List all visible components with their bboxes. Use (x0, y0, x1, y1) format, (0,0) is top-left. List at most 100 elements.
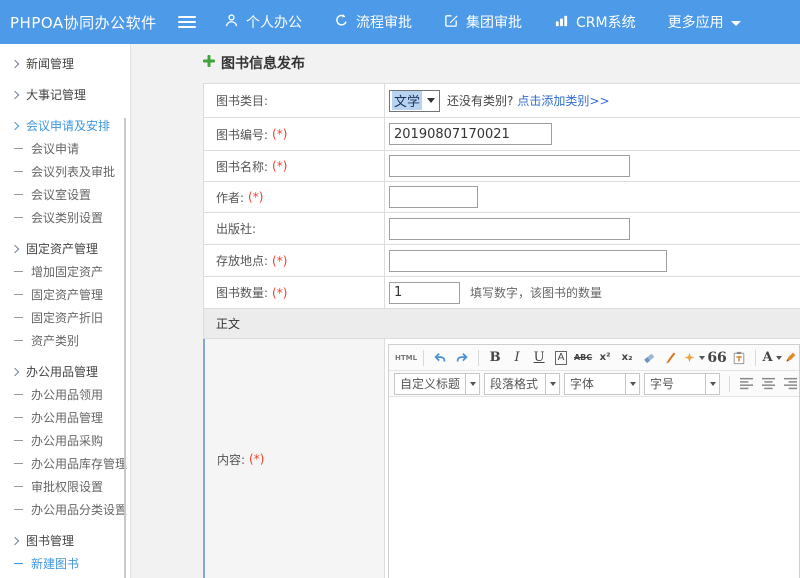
caret-down-icon (699, 356, 705, 360)
sidebar-item[interactable]: 会议申请 (14, 137, 130, 160)
author-input[interactable] (389, 186, 478, 208)
sidebar-item[interactable]: 资产类别 (14, 329, 130, 352)
nav-group-approval[interactable]: 集团审批 (444, 12, 522, 32)
add-icon (203, 55, 215, 71)
required-mark: (*) (248, 190, 263, 204)
blockquote-button[interactable]: 66 (707, 348, 727, 368)
dash-icon (14, 463, 23, 464)
nav-workflow-approval[interactable]: 流程审批 (334, 12, 412, 32)
sidebar-item[interactable]: 固定资产折旧 (14, 306, 130, 329)
required-mark: (*) (272, 286, 287, 300)
highlight-color-button[interactable] (784, 348, 800, 368)
superscript-button[interactable]: x² (595, 348, 615, 368)
sidebar-item[interactable]: 会议类别设置 (14, 206, 130, 229)
font-color-button[interactable]: A (762, 348, 782, 368)
field-label: 图书类目: (216, 92, 268, 109)
sidebar-item[interactable]: 办公用品管理 (14, 406, 130, 429)
form-row-publisher: 出版社: (203, 213, 800, 245)
sidebar-group-news[interactable]: 新闻管理 (12, 52, 130, 75)
underline-button[interactable]: U (529, 348, 549, 368)
nav-more-apps[interactable]: 更多应用 (668, 12, 741, 32)
dash-icon (14, 194, 23, 195)
undo-button[interactable] (430, 348, 450, 368)
strikethrough-button[interactable]: ABC (573, 348, 593, 368)
publisher-input[interactable] (389, 218, 630, 240)
category-select[interactable]: 文学 (389, 90, 440, 112)
auto-typeset-button[interactable] (683, 348, 705, 368)
editor-content-area[interactable] (389, 397, 799, 578)
app-window: PHPOA协同办公软件 个人办公 流程审批 集团审批 (0, 0, 800, 578)
dash-icon (14, 417, 23, 418)
sidebar-group-memorabilia[interactable]: 大事记管理 (12, 83, 130, 106)
dash-icon (14, 440, 23, 441)
form-row-author: 作者:(*) (203, 182, 800, 213)
paragraph-format-dropdown[interactable]: 段落格式 (484, 373, 560, 395)
sidebar-item[interactable]: 办公用品库存管理 (14, 452, 130, 475)
subscript-button[interactable]: x₂ (617, 348, 637, 368)
sidebar-item[interactable]: 固定资产管理 (14, 283, 130, 306)
font-size-dropdown[interactable]: 字号 (644, 373, 720, 395)
menu-icon[interactable] (178, 16, 196, 28)
sidebar-group-fixed-assets[interactable]: 固定资产管理 (12, 237, 130, 260)
sidebar-item[interactable]: 办公用品领用 (14, 383, 130, 406)
font-border-button[interactable]: A (555, 351, 568, 365)
sidebar-item[interactable]: 办公用品采购 (14, 429, 130, 452)
align-center-button[interactable] (758, 374, 778, 394)
field-label: 图书名称: (216, 158, 268, 175)
book-name-input[interactable] (389, 155, 630, 177)
add-category-link[interactable]: 点击添加类别>> (517, 92, 609, 109)
book-no-input[interactable] (389, 123, 552, 145)
sidebar-item[interactable]: 审批权限设置 (14, 475, 130, 498)
redo-button[interactable] (452, 348, 472, 368)
paste-word-button[interactable] (729, 348, 749, 368)
nav-crm-system[interactable]: CRM系统 (554, 12, 636, 32)
sidebar-group-label: 固定资产管理 (26, 240, 98, 257)
caret-down-icon (427, 98, 435, 103)
nav-label: 集团审批 (466, 12, 522, 32)
caret-down-icon (776, 356, 782, 360)
sidebar-scrollbar[interactable] (124, 118, 126, 578)
form-row-book-name: 图书名称:(*) (203, 151, 800, 182)
sidebar-group-office-supplies[interactable]: 办公用品管理 (12, 360, 130, 383)
rich-text-editor: HTML B I U A ABC x² x₂ (388, 344, 800, 578)
form-row-category: 图书类目: 文学 还没有类别? 点击添加类别>> (203, 84, 800, 118)
app-logo[interactable]: PHPOA协同办公软件 (10, 12, 178, 33)
quantity-hint: 填写数字，该图书的数量 (470, 284, 602, 301)
sidebar-item[interactable]: 会议列表及审批 (14, 160, 130, 183)
quantity-input[interactable] (389, 282, 460, 304)
dash-icon (14, 509, 23, 510)
sidebar-group-meeting[interactable]: 会议申请及安排 (12, 114, 130, 137)
edit-square-icon (444, 13, 459, 32)
dash-icon (14, 340, 23, 341)
italic-button[interactable]: I (507, 348, 527, 368)
caret-down-icon (545, 374, 559, 394)
sidebar-item-new-book[interactable]: 新建图书 (14, 552, 130, 575)
sidebar-group-books[interactable]: 图书管理 (12, 529, 130, 552)
sidebar-group-label: 办公用品管理 (26, 363, 98, 380)
dash-icon (14, 317, 23, 318)
format-painter-button[interactable] (661, 348, 681, 368)
dash-icon (14, 294, 23, 295)
heading-dropdown[interactable]: 自定义标题 (394, 373, 480, 395)
location-input[interactable] (389, 250, 667, 272)
sidebar-item[interactable]: 办公用品分类设置 (14, 498, 130, 521)
required-mark: (*) (249, 452, 264, 466)
sidebar-item[interactable]: 增加固定资产 (14, 260, 130, 283)
caret-down-icon (465, 374, 479, 394)
sidebar-item[interactable]: 会议室设置 (14, 183, 130, 206)
field-label: 图书编号: (216, 126, 268, 143)
caret-down-icon (625, 374, 639, 394)
caret-down-icon (705, 374, 719, 394)
bold-button[interactable]: B (485, 348, 505, 368)
font-family-dropdown[interactable]: 字体 (564, 373, 640, 395)
sidebar: 新闻管理 大事记管理 会议申请及安排 会议申请 会议列表及审批 会议室设置 会议… (0, 44, 131, 578)
dash-icon (14, 171, 23, 172)
form-row-content: 内容:(*) HTML B I U A (203, 339, 800, 578)
align-left-button[interactable] (736, 374, 756, 394)
remove-format-button[interactable] (639, 348, 659, 368)
chevron-right-icon (11, 121, 19, 129)
html-source-button[interactable]: HTML (395, 348, 417, 368)
dash-icon (14, 563, 23, 564)
nav-personal-office[interactable]: 个人办公 (224, 12, 302, 32)
align-right-button[interactable] (780, 374, 800, 394)
